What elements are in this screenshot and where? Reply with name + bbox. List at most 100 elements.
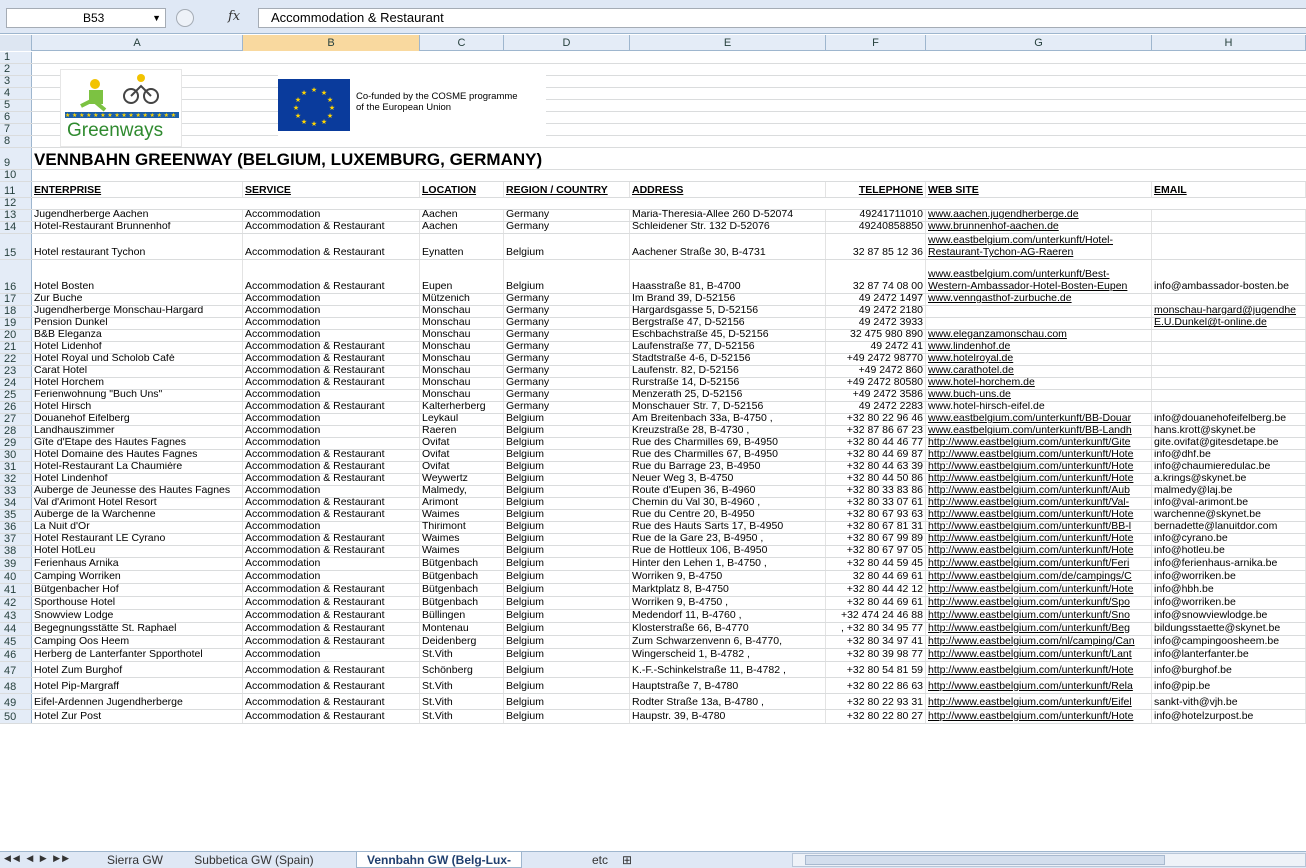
cell-b[interactable]: Accommodation [243, 486, 420, 497]
cell-d[interactable]: Belgium [504, 662, 630, 677]
row-header[interactable]: 21 [0, 341, 32, 353]
cell-e[interactable]: K.-F.-Schinkelstraße 11, B-4782 , [630, 662, 826, 677]
cell-h[interactable]: warchenne@skynet.be [1152, 510, 1306, 521]
cell-d[interactable]: Belgium [504, 414, 630, 425]
cell-e[interactable]: Marktplatz 8, B-4750 [630, 584, 826, 596]
cell-b[interactable]: Accommodation & Restaurant [243, 354, 420, 365]
cell-c[interactable]: Monschau [420, 342, 504, 353]
cell-g[interactable]: http://www.eastbelgium.com/nl/camping/Ca… [926, 636, 1152, 648]
cell-c[interactable]: St.Vith [420, 649, 504, 661]
cell-d[interactable]: Belgium [504, 474, 630, 485]
cell-b[interactable]: Accommodation & Restaurant [243, 342, 420, 353]
cell-g[interactable]: www.eastbelgium.com/unterkunft/Hotel- Res… [926, 234, 1152, 259]
row-header[interactable]: 49 [0, 694, 32, 709]
row-header[interactable]: 29 [0, 437, 32, 449]
cell-a[interactable]: Hotel-Restaurant La Chaumière [32, 462, 243, 473]
cell-g[interactable]: www.brunnenhof-aachen.de [926, 222, 1152, 233]
cell-b[interactable]: Accommodation & Restaurant [243, 366, 420, 377]
cell-f[interactable]: +32 80 22 96 46 [826, 414, 926, 425]
cell-c[interactable]: Eynatten [420, 234, 504, 259]
header-cell[interactable]: SERVICE [243, 182, 420, 197]
cell-b[interactable]: Accommodation [243, 318, 420, 329]
row-header[interactable]: 38 [0, 545, 32, 557]
cell-e[interactable]: Rue de Hottleux 106, B-4950 [630, 546, 826, 557]
cell-c[interactable]: Arimont [420, 498, 504, 509]
cell-f[interactable]: +32 80 44 59 45 [826, 558, 926, 570]
cell-b[interactable]: Accommodation [243, 306, 420, 317]
cell-c[interactable]: Ovifat [420, 450, 504, 461]
cell-a[interactable]: Camping Oos Heem [32, 636, 243, 648]
cell-c[interactable]: Bütgenbach [420, 558, 504, 570]
cell-g[interactable]: http://www.eastbelgium.com/unterkunft/Au… [926, 486, 1152, 497]
cell-c[interactable]: Raeren [420, 426, 504, 437]
cell-c[interactable]: Kalterherberg [420, 402, 504, 413]
cell-c[interactable]: Büllingen [420, 610, 504, 622]
cell-h[interactable]: info@cyrano.be [1152, 534, 1306, 545]
row-header[interactable]: 36 [0, 521, 32, 533]
cell-g[interactable]: www.buch-uns.de [926, 390, 1152, 401]
cell-c[interactable]: St.Vith [420, 710, 504, 723]
cell-g[interactable]: www.lindenhof.de [926, 342, 1152, 353]
cell-a[interactable]: Douanehof Eifelberg [32, 414, 243, 425]
row-header[interactable]: 41 [0, 584, 32, 596]
row-header[interactable]: 37 [0, 533, 32, 545]
cell-g[interactable]: http://www.eastbelgium.com/unterkunft/Ho… [926, 534, 1152, 545]
cell-g[interactable]: http://www.eastbelgium.com/unterkunft/Ei… [926, 694, 1152, 709]
column-header-g[interactable]: G [926, 35, 1152, 51]
cell-d[interactable]: Belgium [504, 678, 630, 693]
cell-a[interactable]: Carat Hotel [32, 366, 243, 377]
cell-e[interactable]: Rurstraße 14, D-52156 [630, 378, 826, 389]
header-cell[interactable]: EMAIL [1152, 182, 1306, 197]
cell-e[interactable]: Rue des Hauts Sarts 17, B-4950 [630, 522, 826, 533]
cell-f[interactable]: 32 475 980 890 [826, 330, 926, 341]
cell-h[interactable] [1152, 222, 1306, 233]
cell-e[interactable]: Aachener Straße 30, B-4731 [630, 234, 826, 259]
cell-b[interactable]: Accommodation & Restaurant [243, 534, 420, 545]
cell-d[interactable]: Germany [504, 294, 630, 305]
cell-c[interactable]: Weywertz [420, 474, 504, 485]
cell-e[interactable]: Rue des Charmilles 69, B-4950 [630, 438, 826, 449]
cell-a[interactable]: Gîte d'Etape des Hautes Fagnes [32, 438, 243, 449]
cell-d[interactable]: Belgium [504, 498, 630, 509]
cell-h[interactable] [1152, 210, 1306, 221]
row-header[interactable]: 30 [0, 449, 32, 461]
cell-c[interactable]: Monschau [420, 330, 504, 341]
cell-b[interactable]: Accommodation & Restaurant [243, 710, 420, 723]
cell-h[interactable]: info@snowviewlodge.be [1152, 610, 1306, 622]
cell-d[interactable]: Belgium [504, 571, 630, 583]
cell-d[interactable]: Germany [504, 306, 630, 317]
column-header-b[interactable]: B [243, 35, 420, 51]
cell-h[interactable]: bernadette@lanuitdor.com [1152, 522, 1306, 533]
cell-c[interactable]: Eupen [420, 260, 504, 293]
cell-d[interactable]: Belgium [504, 534, 630, 545]
cell-b[interactable]: Accommodation & Restaurant [243, 260, 420, 293]
cell-f[interactable]: +32 80 22 93 31 [826, 694, 926, 709]
cell-e[interactable]: Route d'Eupen 36, B-4960 [630, 486, 826, 497]
cell-f[interactable]: +32 80 22 80 27 [826, 710, 926, 723]
cell-h[interactable]: info@pip.be [1152, 678, 1306, 693]
cell-h[interactable]: info@worriken.be [1152, 571, 1306, 583]
cell-a[interactable]: La Nuit d'Or [32, 522, 243, 533]
cell-g[interactable]: www.carathotel.de [926, 366, 1152, 377]
cell-d[interactable]: Germany [504, 366, 630, 377]
cell-h[interactable]: monschau-hargard@jugendhe [1152, 306, 1306, 317]
cell-e[interactable]: Worriken 9, B-4750 , [630, 597, 826, 609]
cell-f[interactable]: , +32 80 34 95 77 [826, 623, 926, 635]
cell-a[interactable]: Hotel Restaurant LE Cyrano [32, 534, 243, 545]
row-header[interactable]: 6 [0, 111, 32, 123]
cell-b[interactable]: Accommodation & Restaurant [243, 623, 420, 635]
cell-c[interactable]: St.Vith [420, 678, 504, 693]
cell-d[interactable]: Germany [504, 378, 630, 389]
cell-f[interactable]: 49 2472 2180 [826, 306, 926, 317]
row-header[interactable]: 7 [0, 123, 32, 135]
cell-c[interactable]: Monschau [420, 378, 504, 389]
cell-b[interactable]: Accommodation [243, 414, 420, 425]
row-header[interactable]: 18 [0, 305, 32, 317]
row-header[interactable]: 3 [0, 75, 32, 87]
cell-a[interactable]: Bütgenbacher Hof [32, 584, 243, 596]
cell-a[interactable]: Begegnungsstätte St. Raphael [32, 623, 243, 635]
name-box-resize-icon[interactable] [176, 9, 194, 27]
cell-c[interactable]: Aachen [420, 222, 504, 233]
cell-b[interactable]: Accommodation & Restaurant [243, 234, 420, 259]
cell-c[interactable]: Schönberg [420, 662, 504, 677]
